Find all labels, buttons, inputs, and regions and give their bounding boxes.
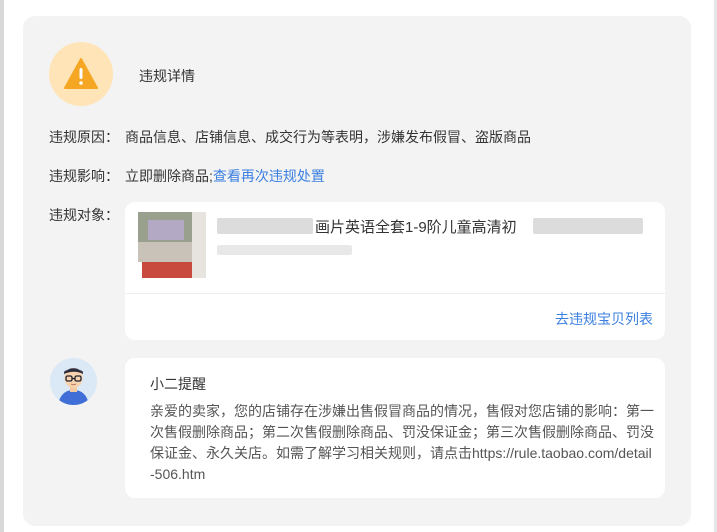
- impact-row: 立即删除商品;查看再次违规处置: [125, 166, 325, 186]
- object-label: 违规对象：: [49, 207, 119, 223]
- product-thumbnail[interactable]: [138, 212, 206, 280]
- reason-text: 商品信息、店铺信息、成交行为等表明，涉嫌发布假冒、盗版商品: [125, 129, 531, 145]
- product-title-text: 画片英语全套1-9阶儿童高清初: [315, 216, 519, 237]
- window-left-edge: [0, 0, 4, 532]
- support-agent-avatar: [50, 358, 97, 405]
- reason-label: 违规原因：: [49, 129, 119, 145]
- violating-items-list-link[interactable]: 去违规宝贝列表: [555, 309, 653, 329]
- reminder-title: 小二提醒: [150, 376, 206, 392]
- product-title[interactable]: 画片英语全套1-9阶儿童高清初: [217, 216, 647, 237]
- violating-product-card: 画片英语全套1-9阶儿童高清初 去违规宝贝列表: [125, 202, 665, 340]
- warning-badge: [49, 42, 113, 106]
- reminder-card: 小二提醒 亲爱的卖家，您的店铺存在涉嫌出售假冒商品的情况，售假对您店铺的影响：第…: [125, 358, 665, 498]
- impact-label: 违规影响：: [49, 168, 119, 184]
- card-divider: [125, 293, 665, 294]
- repeat-violation-link[interactable]: 查看再次违规处置: [213, 168, 325, 184]
- reminder-body: 亲爱的卖家，您的店铺存在涉嫌出售假冒商品的情况，售假对您店铺的影响：第一次售假删…: [150, 403, 654, 482]
- page-title: 违规详情: [139, 68, 195, 84]
- impact-text: 立即删除商品;: [125, 168, 213, 184]
- warning-triangle-icon: [64, 58, 98, 89]
